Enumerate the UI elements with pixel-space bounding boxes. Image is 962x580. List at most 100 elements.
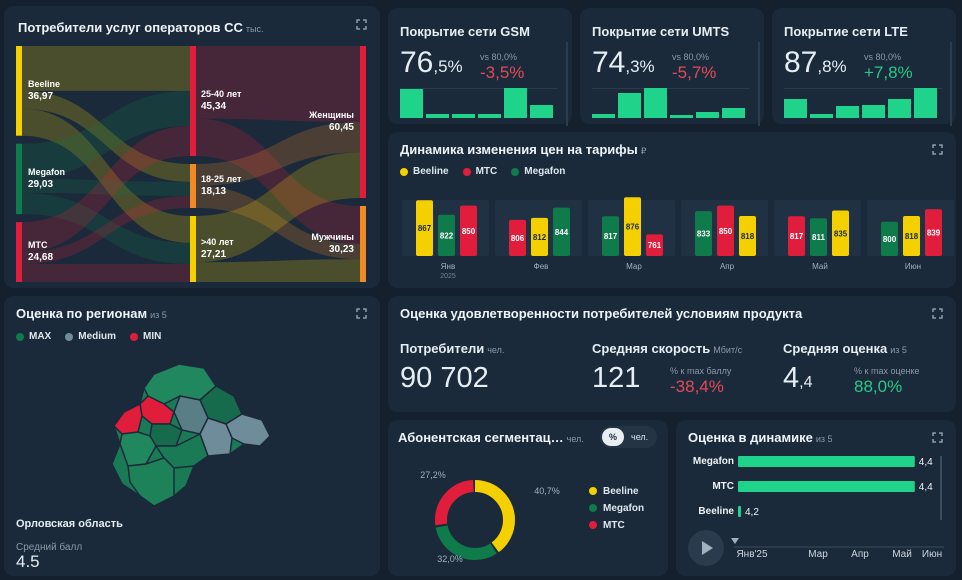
coverage-delta: -3,5% bbox=[480, 63, 525, 82]
tariff-bar-label: 822 bbox=[440, 231, 454, 240]
coverage-bar[interactable] bbox=[478, 113, 501, 118]
coverage-card-lte: Покрытие сети LTE 87,8% vs 80,0% +7,8% bbox=[772, 8, 956, 126]
coverage-bar[interactable] bbox=[862, 104, 885, 118]
operator-node[interactable] bbox=[16, 46, 22, 136]
rating-bar[interactable] bbox=[738, 481, 915, 492]
segmentation-donut: 40,7% 32,0% 27,2% Beeline Megafon MTC bbox=[420, 470, 644, 564]
sankey-chart: Beeline 36,97 Megafon 29,03 MTC 24,68 25-40 ле… bbox=[16, 46, 366, 282]
coverage-bar[interactable] bbox=[914, 87, 937, 118]
rating-panel: Оценка в динамике из 5 Megafon 4,4 MTC 4,4 Be… bbox=[676, 420, 956, 576]
gender-value: 60,45 bbox=[329, 122, 354, 133]
coverage-value: 87,8% bbox=[784, 46, 847, 79]
satisfaction-panel: Оценка удовлетворенности потребителей ус… bbox=[388, 296, 956, 412]
tariff-bar-label: 817 bbox=[790, 232, 804, 241]
age-value: 45,34 bbox=[201, 101, 226, 112]
operator-node[interactable] bbox=[16, 143, 22, 215]
month-label: Апр bbox=[720, 262, 735, 271]
speed-kpi-label: Средняя скорость Мбит/с bbox=[592, 341, 743, 356]
age-value: 18,13 bbox=[201, 186, 226, 197]
gender-node[interactable] bbox=[360, 46, 366, 198]
expand-icon[interactable] bbox=[932, 308, 943, 319]
gender-node[interactable] bbox=[360, 205, 366, 282]
regions-panel: Оценка по регионам из 5 MAX Medium MIN Орло… bbox=[4, 296, 380, 576]
coverage-bar[interactable] bbox=[810, 113, 833, 118]
coverage-bar[interactable] bbox=[644, 87, 667, 118]
timeline-label[interactable]: Мар bbox=[808, 549, 828, 560]
coverage-target: vs 80,0% bbox=[480, 52, 518, 62]
consumers-panel: Потребители услуг операторов СС тыс. Beel… bbox=[4, 6, 380, 288]
tariff-bar-label: 850 bbox=[719, 227, 733, 236]
coverage-card-gsm: Покрытие сети GSM 76,5% vs 80,0% -3,5% bbox=[388, 8, 572, 126]
timeline-marker-icon[interactable] bbox=[731, 538, 739, 544]
scrollbar bbox=[566, 42, 568, 126]
legend-label: Megafon bbox=[603, 503, 644, 514]
region-score: 4.5 bbox=[16, 552, 40, 571]
age-label: >40 лет bbox=[201, 237, 234, 247]
speed-kpi-note: % к max баллу bbox=[670, 366, 732, 376]
timeline-label[interactable]: Май bbox=[892, 549, 912, 560]
coverage-bar[interactable] bbox=[888, 99, 911, 118]
coverage-bar[interactable] bbox=[426, 113, 449, 118]
coverage-delta: +7,8% bbox=[864, 63, 913, 82]
score-kpi-note: % к max оценке bbox=[854, 366, 920, 376]
sankey-link bbox=[196, 259, 360, 282]
scrollbar[interactable] bbox=[940, 456, 942, 520]
coverage-sparkbars bbox=[784, 86, 937, 118]
tariff-bar-label: 761 bbox=[648, 241, 662, 250]
coverage-bar[interactable] bbox=[696, 111, 719, 118]
satisfaction-title: Оценка удовлетворенности потребителей ус… bbox=[400, 306, 803, 321]
consumers-kpi-value: 90 702 bbox=[400, 362, 489, 394]
rating-bar[interactable] bbox=[738, 506, 741, 517]
age-node[interactable] bbox=[190, 215, 196, 282]
operator-node[interactable] bbox=[16, 222, 22, 282]
rating-value: 4,2 bbox=[745, 507, 759, 518]
coverage-value: 74,3% bbox=[592, 46, 655, 79]
operator-value: 29,03 bbox=[28, 179, 53, 190]
coverage-bar[interactable] bbox=[452, 113, 475, 118]
operator-label: Beeline bbox=[28, 79, 60, 89]
coverage-bar[interactable] bbox=[400, 89, 423, 118]
coverage-bar[interactable] bbox=[784, 98, 807, 118]
coverage-bar[interactable] bbox=[530, 104, 553, 118]
score-kpi-delta: 88,0% bbox=[854, 377, 903, 396]
tariff-bar-label: 850 bbox=[462, 227, 476, 236]
timeline-label[interactable]: Апр bbox=[851, 549, 869, 560]
gender-label: Женщины bbox=[308, 110, 354, 120]
tariff-bar-label: 806 bbox=[511, 234, 525, 243]
age-label: 25-40 лет bbox=[201, 89, 242, 99]
timeline-label[interactable]: Янв'25 bbox=[736, 549, 768, 560]
coverage-bar[interactable] bbox=[722, 108, 745, 118]
tariff-bar-label: 812 bbox=[533, 233, 547, 242]
sankey-link bbox=[22, 264, 190, 282]
tariff-bar-label: 818 bbox=[905, 232, 919, 241]
region-name: Орловская область bbox=[16, 518, 123, 530]
donut-label: 32,0% bbox=[437, 554, 463, 564]
coverage-title: Покрытие сети UMTS bbox=[592, 24, 730, 39]
coverage-sparkbars bbox=[592, 86, 745, 118]
play-icon bbox=[702, 541, 713, 555]
month-label: Фев bbox=[534, 262, 549, 271]
rating-bar[interactable] bbox=[738, 456, 915, 467]
coverage-bar[interactable] bbox=[618, 93, 641, 118]
coverage-target: vs 80,0% bbox=[672, 52, 710, 62]
age-node[interactable] bbox=[190, 46, 196, 156]
score-kpi-value: 4,4 bbox=[783, 362, 813, 394]
donut-label: 27,2% bbox=[420, 470, 446, 480]
coverage-bar[interactable] bbox=[670, 114, 693, 118]
operator-label: MTC bbox=[28, 240, 48, 250]
region-map[interactable] bbox=[4, 296, 380, 576]
coverage-bar[interactable] bbox=[592, 113, 615, 118]
timeline-label[interactable]: Июн bbox=[922, 549, 942, 560]
coverage-card-umts: Покрытие сети UMTS 74,3% vs 80,0% -5,7% bbox=[580, 8, 764, 126]
coverage-bar[interactable] bbox=[836, 105, 859, 118]
month-label: Июн bbox=[905, 262, 921, 271]
age-node[interactable] bbox=[190, 164, 196, 208]
coverage-bar[interactable] bbox=[504, 88, 527, 118]
coverage-value: 76,5% bbox=[400, 46, 463, 79]
coverage-target: vs 80,0% bbox=[864, 52, 902, 62]
play-button[interactable] bbox=[688, 530, 724, 566]
month-label: Янв bbox=[441, 262, 455, 271]
tariff-bar-label: 844 bbox=[555, 228, 569, 237]
scrollbar bbox=[950, 42, 952, 126]
coverage-delta: -5,7% bbox=[672, 63, 717, 82]
